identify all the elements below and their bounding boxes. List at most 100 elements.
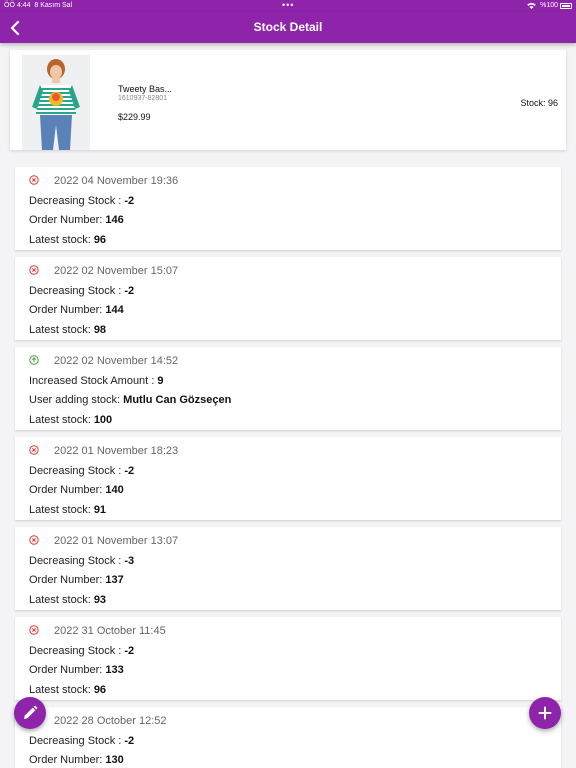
entry-line-3: Latest stock: 98	[29, 324, 106, 336]
line-value: 130	[105, 754, 124, 766]
entry-date: 2022 02 November 15:07	[54, 265, 179, 277]
line-value: 137	[105, 574, 124, 586]
status-time-date: ÖÖ 4:44 8 Kasım Sal	[4, 2, 72, 9]
add-stock-button[interactable]	[529, 697, 561, 729]
stock-entry[interactable]: 2022 02 November 15:07 Decreasing Stock …	[15, 257, 561, 340]
decrease-icon	[29, 445, 39, 455]
edit-button[interactable]	[14, 697, 46, 729]
entry-line-2: Order Number: 146	[29, 214, 124, 226]
line-label: Latest stock:	[29, 414, 94, 426]
line-value: 146	[105, 214, 124, 226]
stock-entry[interactable]: 2022 28 October 12:52 Decreasing Stock :…	[15, 707, 561, 768]
entry-date: 2022 01 November 13:07	[54, 535, 179, 547]
line-label: Decreasing Stock :	[29, 465, 125, 477]
line-label: Decreasing Stock :	[29, 735, 125, 747]
pencil-icon	[24, 705, 38, 719]
product-card[interactable]: Tweety Bas... 1610937-82801 $229.99 Stoc…	[10, 50, 566, 150]
entry-line-1: Decreasing Stock : -2	[29, 465, 134, 477]
entry-line-3: Latest stock: 96	[29, 234, 106, 246]
line-value: -2	[124, 465, 135, 477]
entry-line-3: Latest stock: 91	[29, 504, 106, 516]
line-label: Decreasing Stock :	[29, 555, 125, 567]
line-value: -2	[124, 645, 135, 657]
entry-date: 2022 01 November 18:23	[54, 445, 179, 457]
line-label: Order Number:	[29, 214, 106, 226]
entry-line-1: Decreasing Stock : -2	[29, 195, 134, 207]
line-value: 140	[105, 484, 124, 496]
increase-icon	[29, 355, 39, 365]
decrease-icon	[29, 175, 39, 185]
line-value: -2	[124, 195, 135, 207]
stock-entry[interactable]: 2022 01 November 18:23 Decreasing Stock …	[15, 437, 561, 520]
entry-line-2: Order Number: 140	[29, 484, 124, 496]
entry-line-1: Decreasing Stock : -2	[29, 645, 134, 657]
entry-line-2: Order Number: 133	[29, 664, 124, 676]
entry-line-2: Order Number: 130	[29, 754, 124, 766]
entry-date: 2022 31 October 11:45	[54, 625, 166, 637]
entry-line-2: Order Number: 137	[29, 574, 124, 586]
entry-date: 2022 04 November 19:36	[54, 175, 179, 187]
product-image	[22, 55, 90, 150]
line-value: 96	[93, 234, 107, 246]
plus-icon	[538, 706, 552, 720]
line-label: Decreasing Stock :	[29, 195, 125, 207]
entry-line-1: Increased Stock Amount : 9	[29, 375, 164, 387]
battery-percent: %100	[540, 2, 558, 9]
line-value: 98	[93, 324, 107, 336]
stock-entry[interactable]: 2022 31 October 11:45 Decreasing Stock :…	[15, 617, 561, 700]
page-title: Stock Detail	[253, 20, 323, 34]
entry-line-3: Latest stock: 93	[29, 594, 106, 606]
stock-entry[interactable]: 2022 02 November 14:52 Increased Stock A…	[15, 347, 561, 430]
line-value: -3	[124, 555, 135, 567]
line-label: Order Number:	[29, 484, 106, 496]
product-name: Tweety Bas...	[118, 84, 173, 94]
line-value: 100	[93, 414, 113, 426]
wifi-icon	[527, 2, 536, 9]
entry-date: 2022 02 November 14:52	[54, 355, 179, 367]
stock-entry[interactable]: 2022 04 November 19:36 Decreasing Stock …	[15, 167, 561, 250]
entry-date: 2022 28 October 12:52	[54, 715, 167, 727]
line-value: Mutlu Can Gözseçen	[123, 394, 232, 406]
product-photo	[22, 55, 90, 150]
line-label: Latest stock:	[29, 594, 94, 606]
line-label: Order Number:	[29, 664, 106, 676]
entry-line-1: Decreasing Stock : -2	[29, 285, 134, 297]
line-value: -2	[124, 285, 135, 297]
entry-line-2: User adding stock: Mutlu Can Gözseçen	[29, 394, 231, 406]
decrease-icon	[29, 535, 39, 545]
line-label: Latest stock:	[29, 504, 94, 516]
multitask-dots[interactable]: •••	[282, 0, 294, 10]
line-label: User adding stock:	[29, 394, 124, 406]
product-price: $229.99	[118, 112, 151, 122]
line-label: Decreasing Stock :	[29, 645, 125, 657]
product-code: 1610937-82801	[118, 95, 168, 102]
decrease-icon	[29, 625, 39, 635]
entry-line-3: Latest stock: 100	[29, 414, 112, 426]
line-value: 9	[157, 375, 164, 387]
line-value: 96	[93, 684, 107, 696]
stock-entry[interactable]: 2022 01 November 13:07 Decreasing Stock …	[15, 527, 561, 610]
status-time: ÖÖ 4:44	[4, 2, 31, 9]
status-bar: ÖÖ 4:44 8 Kasım Sal ••• %100	[0, 0, 576, 12]
line-label: Order Number:	[29, 304, 106, 316]
line-value: 133	[105, 664, 124, 676]
entry-line-2: Order Number: 144	[29, 304, 124, 316]
line-value: 93	[93, 594, 107, 606]
line-value: 144	[105, 304, 124, 316]
entry-line-1: Decreasing Stock : -2	[29, 735, 134, 747]
battery-icon	[560, 3, 572, 9]
entry-line-1: Decreasing Stock : -3	[29, 555, 134, 567]
status-date: 8 Kasım Sal	[34, 2, 73, 9]
line-label: Increased Stock Amount :	[29, 375, 158, 387]
decrease-icon	[29, 265, 39, 275]
app-bar: Stock Detail	[0, 12, 576, 43]
line-label: Order Number:	[29, 574, 106, 586]
line-label: Latest stock:	[29, 234, 94, 246]
line-label: Decreasing Stock :	[29, 285, 125, 297]
line-value: 91	[93, 504, 107, 516]
line-label: Latest stock:	[29, 684, 94, 696]
line-value: -2	[124, 735, 135, 747]
line-label: Order Number:	[29, 754, 106, 766]
product-stock: Stock: 96	[520, 98, 558, 108]
entry-line-3: Latest stock: 96	[29, 684, 106, 696]
